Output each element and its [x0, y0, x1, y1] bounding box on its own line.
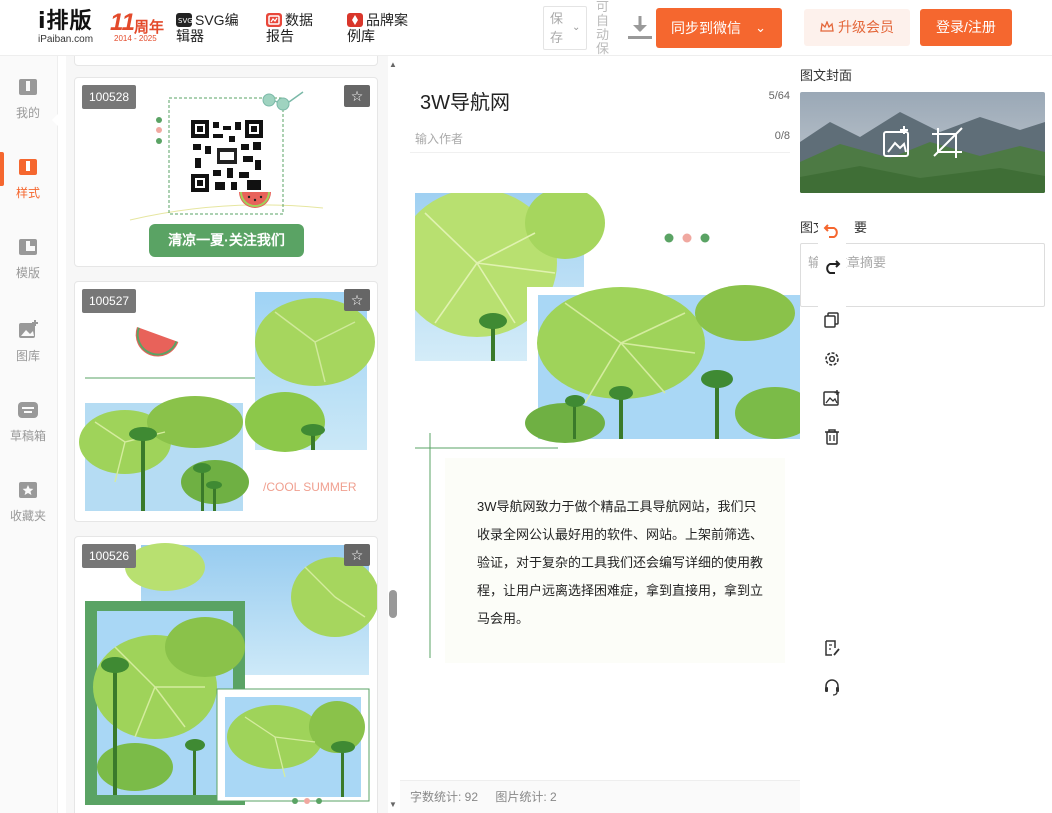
favorites-icon	[19, 482, 37, 498]
template-card[interactable]: 100527 ☆ /COOL SUMMER	[74, 281, 378, 522]
trash-icon[interactable]	[818, 423, 846, 451]
anniversary-badge: 11 周年 2014 - 2025	[110, 9, 168, 44]
star-icon[interactable]: ☆	[344, 85, 370, 107]
brand-case-icon	[347, 13, 363, 27]
logo-sub-text: iPaiban.com	[38, 34, 94, 45]
nav-svg-editor[interactable]: SVG SVG编 辑器	[176, 12, 239, 44]
rail-item-template[interactable]: 模版	[0, 236, 58, 296]
rail-item-my[interactable]: 我的	[0, 76, 58, 136]
rail-label: 我的	[15, 106, 40, 120]
crop-icon[interactable]	[928, 124, 964, 160]
template-list[interactable]: 100528 ☆ 清凉一夏·关注我们 100527 ☆ /COOL SUMMER…	[66, 56, 388, 813]
follow-us-button-text: 清凉一夏·关注我们	[168, 232, 285, 248]
template-id-badge: 100527	[82, 289, 137, 313]
rail-label: 草稿箱	[9, 429, 46, 443]
star-icon[interactable]: ☆	[344, 289, 370, 311]
chevron-down-icon: ⌄	[755, 20, 766, 35]
lotus-leaf-artwork	[85, 543, 377, 805]
drafts-icon	[18, 402, 38, 418]
right-panel: 图文封面 图文摘要 要 输入文章摘要	[800, 56, 1052, 813]
author-char-count: 0/8	[774, 130, 790, 142]
customer-service-headset-icon[interactable]	[818, 673, 846, 701]
template-icon	[19, 239, 37, 255]
sync-to-wechat-button[interactable]: 同步到微信 ⌄	[656, 8, 782, 48]
template-id-badge: 100528	[82, 85, 137, 109]
rail-item-drafts[interactable]: 草稿箱	[0, 399, 58, 459]
template-card[interactable]: 100528 ☆ 清凉一夏·关注我们	[74, 77, 378, 267]
anniversary-years: 2014 - 2025	[114, 34, 157, 43]
nav-data-report[interactable]: 数据 报告	[266, 12, 313, 44]
gallery-icon	[19, 320, 38, 338]
edit-note-icon[interactable]	[818, 634, 846, 662]
editor-divider	[410, 152, 790, 153]
template-id-badge: 100526	[82, 544, 137, 568]
ipaiban-logo[interactable]: i排版 iPaiban.com	[38, 10, 100, 46]
undo-icon[interactable]	[818, 216, 846, 244]
template-card-partial[interactable]	[74, 56, 378, 66]
cover-mountain-image	[800, 92, 1045, 193]
svg-editor-icon: SVG	[176, 13, 193, 27]
svg-text:SVG: SVG	[178, 17, 192, 25]
left-rail: 我的 样式 模版 图库 草稿箱 收藏夹	[0, 56, 58, 813]
insert-image-icon[interactable]	[818, 384, 846, 412]
upgrade-vip-button[interactable]: 升级会员	[804, 9, 910, 46]
upgrade-vip-label: 升级会员	[838, 19, 894, 35]
template-scrollbar-track	[388, 56, 400, 813]
rail-label: 样式	[15, 186, 40, 200]
login-register-button[interactable]: 登录/注册	[920, 9, 1012, 46]
star-icon[interactable]: ☆	[344, 544, 370, 566]
rail-label: 模版	[15, 266, 40, 280]
rail-item-style[interactable]: 样式	[0, 152, 58, 216]
copy-icon[interactable]	[818, 306, 846, 334]
autosave-label: 可自动保	[596, 0, 610, 56]
nav-brand-cases-line2: 例库	[347, 28, 375, 44]
app-root: i排版 iPaiban.com 11 周年 2014 - 2025 SVG SV…	[0, 0, 1052, 813]
article-editor: 3W导航网 5/64 输入作者 0/8 3W导航网致力于做个精品工具导航网站，我…	[400, 56, 800, 813]
logo-main-text: i排版	[38, 9, 93, 34]
summary-label-tail: 要	[854, 220, 868, 235]
rail-label: 图库	[15, 349, 40, 363]
author-input[interactable]: 输入作者	[415, 130, 463, 147]
editor-status-bar: 字数统计: 92 图片统计: 2	[400, 780, 800, 813]
nav-data-report-line2: 报告	[266, 28, 294, 44]
article-body[interactable]: 3W导航网致力于做个精品工具导航网站，我们只收录全网公认最好用的软件、网站。上架…	[415, 193, 800, 663]
scroll-down-arrow-icon[interactable]: ▼	[389, 800, 397, 809]
article-body-text[interactable]: 3W导航网致力于做个精品工具导航网站，我们只收录全网公认最好用的软件、网站。上架…	[477, 493, 767, 633]
rail-item-favorites[interactable]: 收藏夹	[0, 479, 58, 539]
template-card[interactable]: 100526 ☆	[74, 536, 378, 813]
anniversary-number: 11	[110, 9, 135, 36]
cover-label: 图文封面	[800, 68, 853, 83]
word-count: 字数统计: 92	[410, 790, 479, 804]
my-icon	[19, 79, 37, 95]
save-label-line1: 保	[550, 11, 564, 26]
title-char-count: 5/64	[768, 90, 790, 102]
nav-svg-editor-line2: 辑器	[176, 28, 204, 44]
rail-active-notch	[52, 112, 60, 128]
crown-icon	[820, 20, 834, 32]
template-scrollbar-thumb[interactable]	[389, 590, 397, 618]
rail-label: 收藏夹	[9, 509, 46, 523]
rail-item-gallery[interactable]: 图库	[0, 319, 58, 379]
redo-icon[interactable]	[818, 252, 846, 280]
sync-to-wechat-label: 同步到微信	[671, 20, 741, 36]
save-button[interactable]: 保 存 ⌄	[543, 6, 587, 50]
image-count: 图片统计: 2	[495, 790, 557, 804]
top-header: i排版 iPaiban.com 11 周年 2014 - 2025 SVG SV…	[0, 0, 1052, 56]
download-icon[interactable]	[628, 14, 652, 42]
upload-image-icon[interactable]	[880, 124, 912, 160]
scroll-up-arrow-icon[interactable]: ▲	[389, 60, 397, 69]
data-report-icon	[266, 13, 282, 27]
settings-gear-icon[interactable]	[818, 345, 846, 373]
style-icon	[19, 159, 37, 175]
cover-image[interactable]	[800, 92, 1045, 193]
save-label-line2: 存	[550, 30, 564, 45]
chevron-down-icon: ⌄	[572, 22, 581, 33]
cool-summer-text: /COOL SUMMER	[263, 480, 357, 494]
article-title-input[interactable]: 3W导航网	[420, 86, 510, 115]
nav-brand-cases[interactable]: 品牌案 例库	[347, 12, 408, 44]
